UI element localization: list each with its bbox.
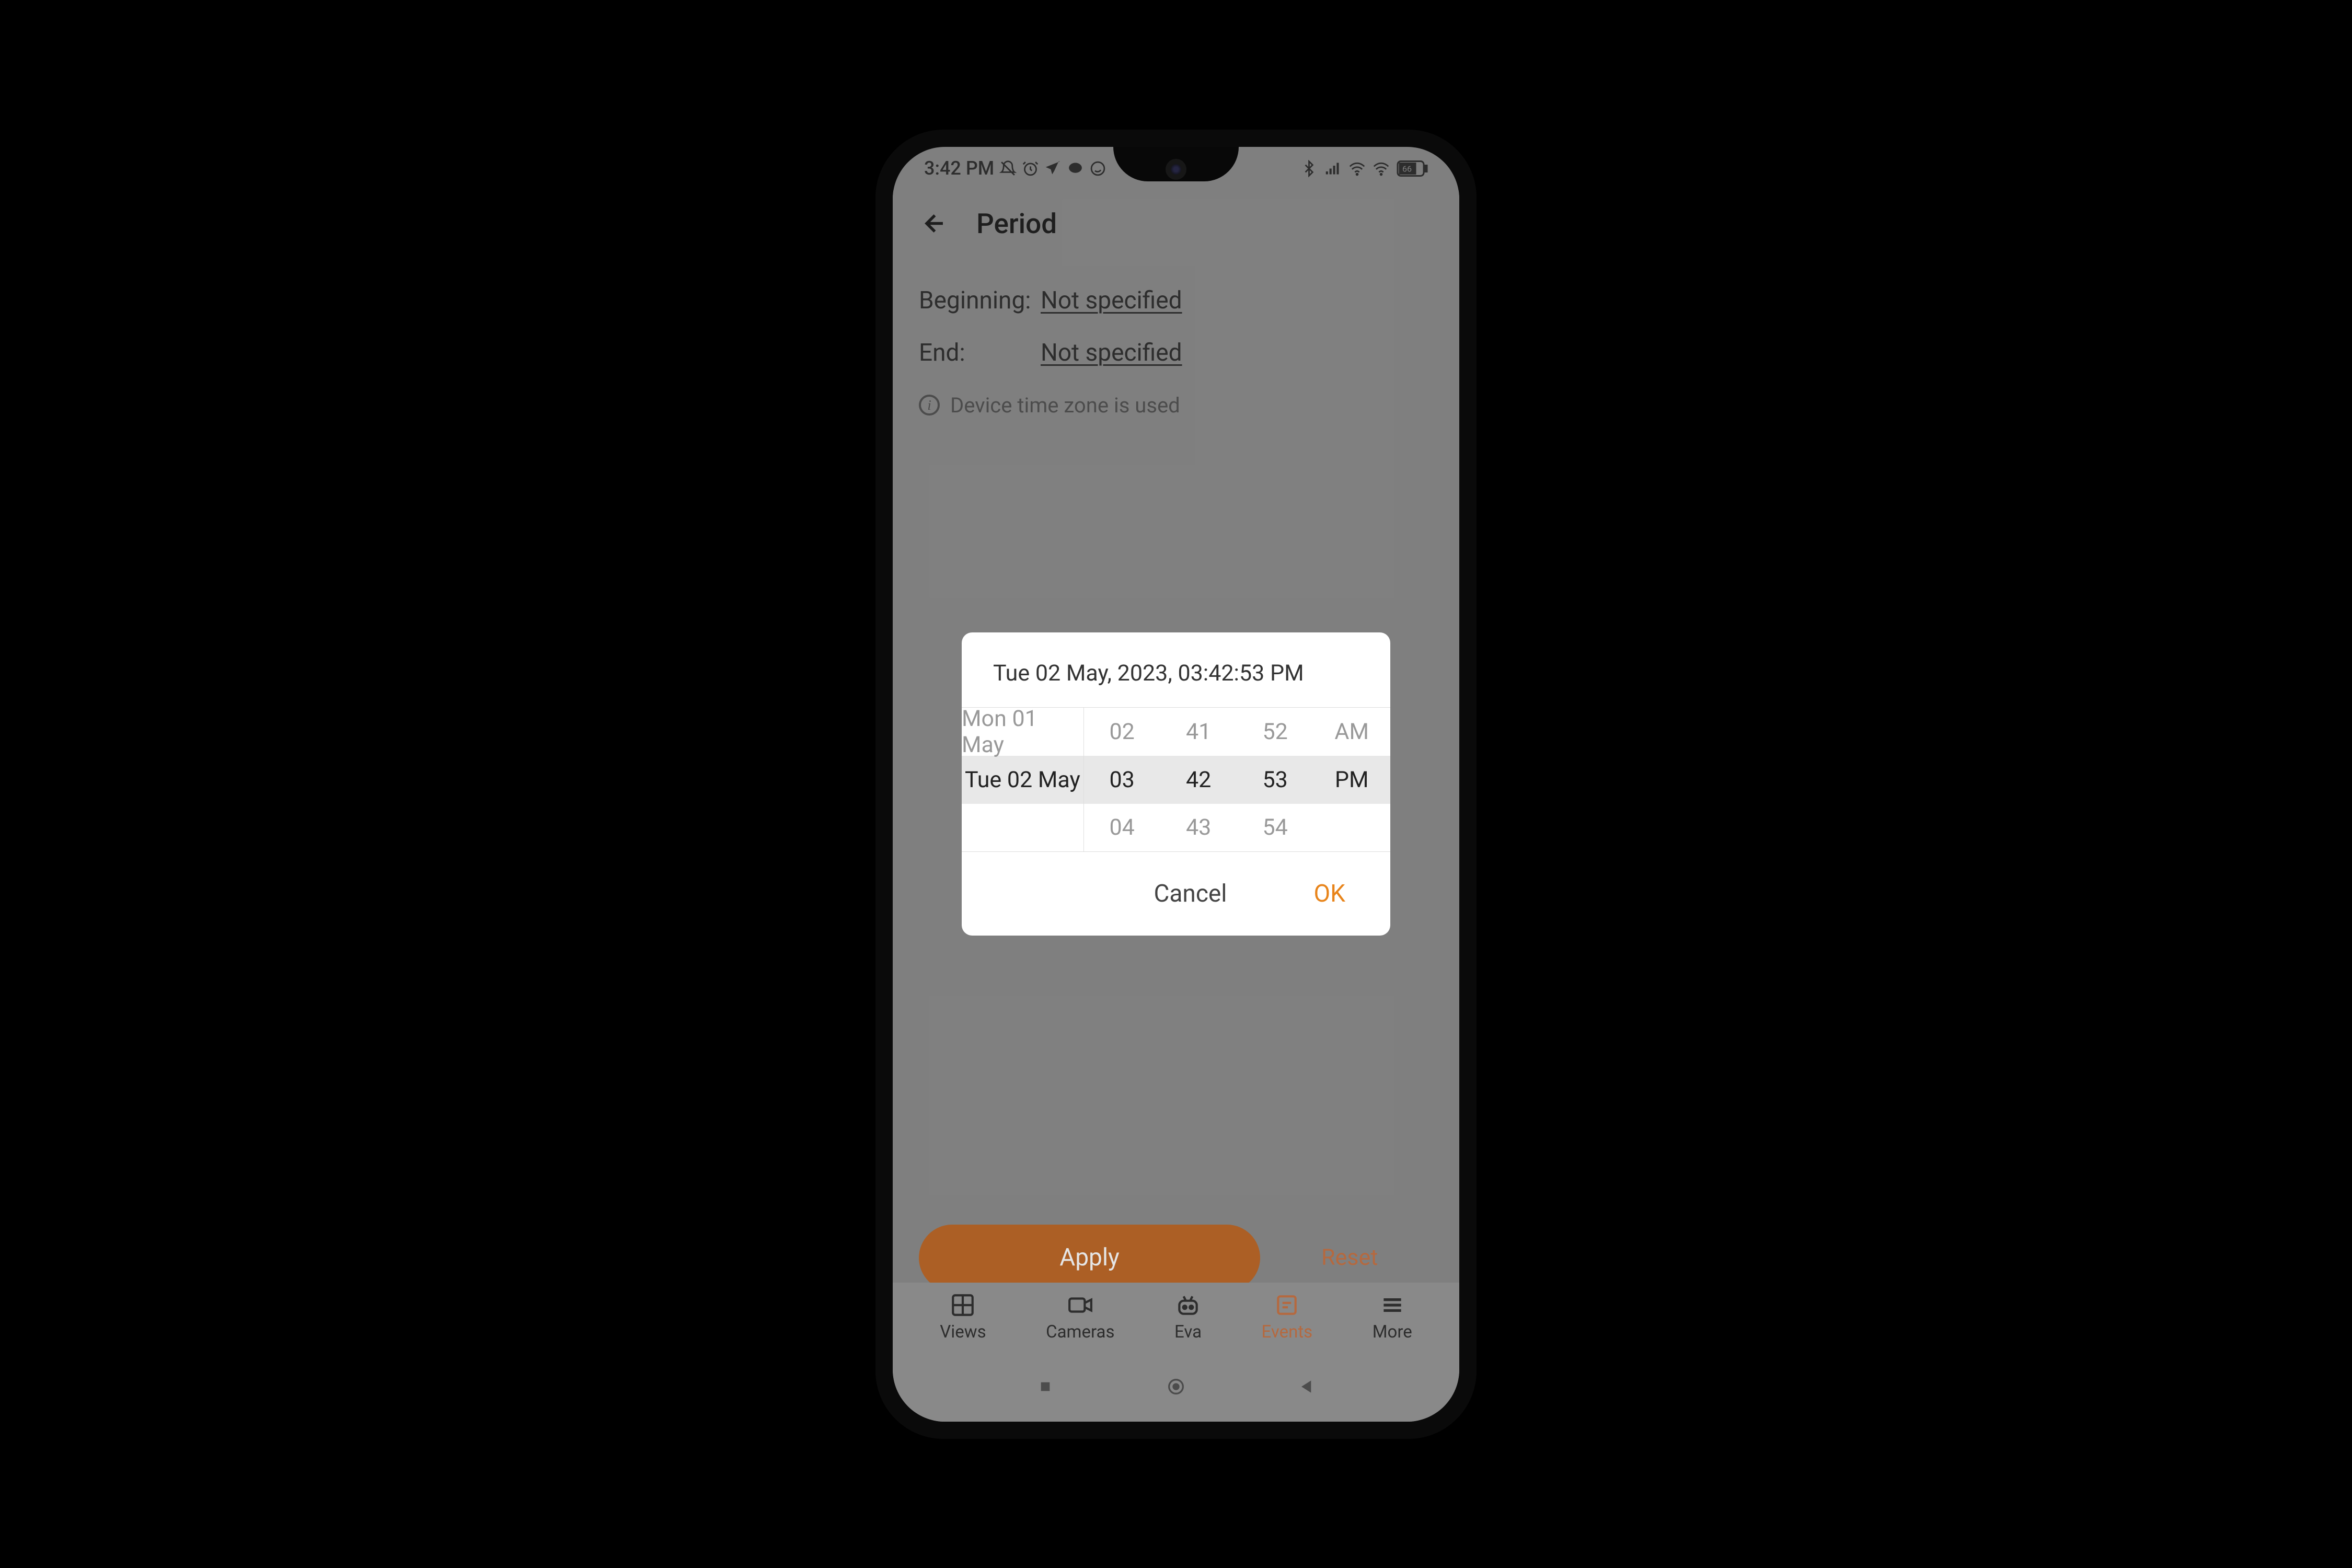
wheel-item-selected: 03 (1084, 756, 1160, 804)
minute-wheel[interactable]: 41 42 43 (1160, 708, 1237, 851)
picker-title: Tue 02 May, 2023, 03:42:53 PM (962, 632, 1390, 707)
wheel-item: Mon 01 May (962, 708, 1083, 756)
wheel-item-selected: Tue 02 May (962, 756, 1083, 804)
hour-wheel[interactable]: 02 03 04 (1084, 708, 1161, 851)
date-wheel[interactable]: Mon 01 May Tue 02 May (962, 708, 1084, 851)
wheel-item: 52 (1237, 708, 1313, 756)
picker-wheels: Mon 01 May Tue 02 May 02 03 04 41 42 43 (962, 707, 1390, 852)
ok-button[interactable]: OK (1296, 869, 1363, 918)
wheel-item: 04 (1084, 803, 1160, 851)
cancel-button[interactable]: Cancel (1136, 869, 1244, 918)
wheel-item: 02 (1084, 708, 1160, 756)
second-wheel[interactable]: 52 53 54 (1237, 708, 1314, 851)
picker-actions: Cancel OK (962, 852, 1390, 936)
phone-frame: 3:42 PM 66 Period (875, 130, 1477, 1439)
wheel-item (962, 804, 1083, 852)
ampm-wheel[interactable]: AM PM (1313, 708, 1390, 851)
wheel-item-selected: 53 (1237, 756, 1313, 804)
phone-screen: 3:42 PM 66 Period (893, 147, 1459, 1422)
wheel-item-selected: PM (1313, 756, 1390, 804)
wheel-item: AM (1313, 708, 1390, 756)
wheel-item: 54 (1237, 803, 1313, 851)
modal-overlay[interactable]: Tue 02 May, 2023, 03:42:53 PM Mon 01 May… (893, 147, 1459, 1422)
wheel-item: 43 (1160, 803, 1237, 851)
wheel-item-selected: 42 (1160, 756, 1237, 804)
wheel-item: 41 (1160, 708, 1237, 756)
wheel-item (1313, 803, 1390, 851)
datetime-picker: Tue 02 May, 2023, 03:42:53 PM Mon 01 May… (962, 632, 1390, 936)
